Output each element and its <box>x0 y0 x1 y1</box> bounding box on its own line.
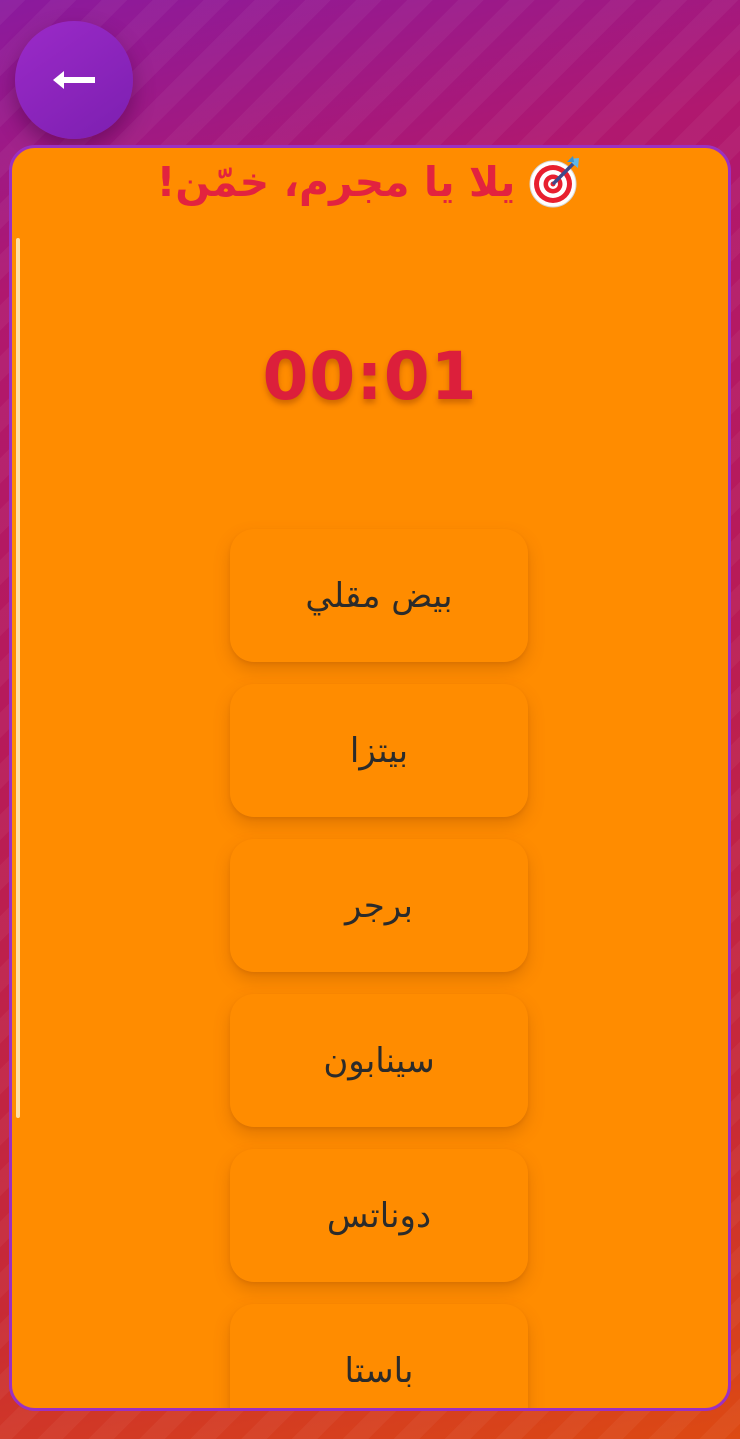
option-button[interactable]: بيض مقلي <box>230 529 528 662</box>
option-button[interactable]: سينابون <box>230 994 528 1127</box>
page-title: يلا يا مجرم، خمّن! <box>12 150 728 214</box>
countdown-timer: 00:01 <box>262 338 478 415</box>
option-button[interactable]: باستا <box>230 1304 528 1408</box>
answer-options: بيض مقلي بيتزا برجر سينابون دوناتس باستا <box>230 529 528 1408</box>
title-text: يلا يا مجرم، خمّن! <box>156 158 516 206</box>
target-dart-icon <box>529 156 580 208</box>
option-button[interactable]: برجر <box>230 839 528 972</box>
option-button[interactable]: دوناتس <box>230 1149 528 1282</box>
back-button[interactable] <box>15 21 133 139</box>
game-card: يلا يا مجرم، خمّن! 00:01 بيض مقلي بيتزا … <box>9 145 731 1411</box>
option-button[interactable]: بيتزا <box>230 684 528 817</box>
arrow-left-icon <box>53 71 95 89</box>
